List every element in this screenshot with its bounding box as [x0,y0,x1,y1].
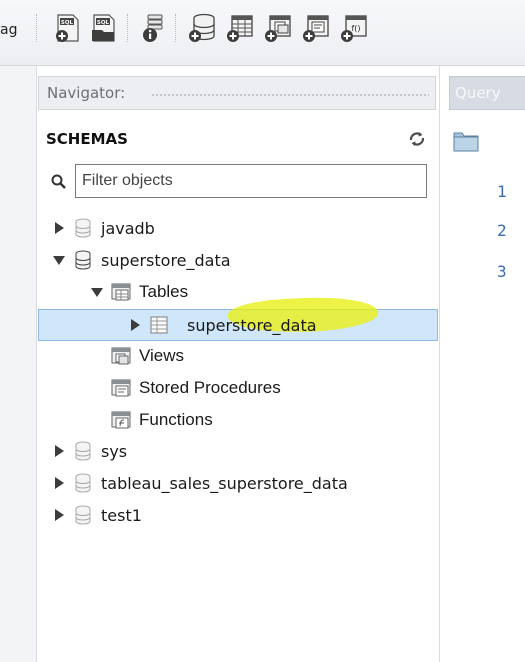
tree-item-label: Stored Procedures [139,378,281,397]
tree-item-label: Functions [139,410,213,429]
view-add-icon [265,15,291,42]
expand-arrow-icon[interactable] [52,221,66,235]
database-icon [72,504,94,526]
tree-item-label: tableau_sales_superstore_data [101,473,348,493]
navigator-title: Navigator: [47,84,126,102]
procedures-folder-icon [110,377,132,399]
functions-folder-icon [110,409,132,431]
navigator-panel: Navigator: SCHEMAS javadb [38,66,440,662]
toolbar-separator [127,14,128,42]
procedure-add-icon [303,15,329,42]
create-view-button[interactable] [262,12,294,44]
line-number: 1 [497,182,507,201]
database-add-icon [189,13,215,42]
create-schema-button[interactable] [186,12,218,44]
sql-badge: SQL [61,20,74,26]
tree-item-label: Views [139,346,185,365]
database-icon [72,217,94,239]
create-procedure-button[interactable] [300,12,332,44]
database-icon [72,249,94,271]
tree-item-tables[interactable]: Tables [90,277,188,307]
table-icon [148,314,170,336]
tree-item-superstore-data-table[interactable]: superstore_data [128,310,317,340]
sql-badge: SQL [97,20,110,26]
expand-arrow-icon[interactable] [128,318,142,332]
tree-item-label: sys [101,441,128,461]
expand-arrow-icon[interactable] [52,508,66,522]
tree-item-label: superstore_data [187,315,317,335]
tree-item-label: superstore_data [101,250,231,270]
views-folder-icon [110,345,132,367]
inspector-info-icon [143,14,163,42]
sidebar-gutter [0,66,37,662]
query-tab-label: Query [455,84,501,102]
tree-item-views[interactable]: Views [110,341,184,371]
collapse-arrow-icon[interactable] [90,285,104,299]
header-drag-grip[interactable] [151,93,429,97]
navigator-header[interactable]: Navigator: [38,76,436,110]
tree-item-label: test1 [101,505,142,525]
tab-query[interactable]: Query [449,76,525,110]
open-sql-script-button[interactable]: SQL [88,12,120,44]
tree-item-functions[interactable]: Functions [110,405,213,435]
search-icon [50,173,68,191]
database-icon [72,440,94,462]
tree-item-superstore-data-schema[interactable]: superstore_data [52,245,231,275]
collapse-arrow-icon[interactable] [52,253,66,267]
tree-item-stored-procedures[interactable]: Stored Procedures [110,373,281,403]
create-table-button[interactable] [224,12,256,44]
table-add-icon [227,15,253,42]
tree-item-sys[interactable]: sys [52,436,127,466]
schemas-label: SCHEMAS [46,130,128,148]
sql-file-open-icon: SQL [92,14,115,42]
toolbar-cut-label: ag [0,22,18,38]
main-toolbar: ag SQL SQL f() [0,0,525,66]
toolbar-separator [36,14,37,42]
refresh-icon[interactable] [406,128,428,150]
line-number: 3 [497,262,507,281]
open-folder-icon[interactable] [453,130,479,152]
sql-file-add-icon: SQL [56,14,79,42]
tree-item-javadb[interactable]: javadb [52,213,155,243]
function-add-icon: f() [341,15,367,42]
line-number: 2 [497,221,507,240]
tree-item-label: javadb [101,218,155,238]
new-sql-tab-button[interactable]: SQL [52,12,84,44]
expand-arrow-icon[interactable] [52,476,66,490]
tables-folder-icon [110,281,132,303]
query-editor-panel: Query 1 2 3 [441,66,525,662]
filter-objects-input[interactable] [75,164,427,198]
expand-arrow-icon[interactable] [52,444,66,458]
schema-inspector-button[interactable] [138,12,170,44]
function-badge: f() [351,24,360,33]
tree-item-tableau-sales-superstore-data[interactable]: tableau_sales_superstore_data [52,468,348,498]
tree-item-test1[interactable]: test1 [52,500,142,530]
create-function-button[interactable]: f() [338,12,370,44]
toolbar-separator [175,14,176,42]
tree-item-label: Tables [139,282,189,301]
database-icon [72,472,94,494]
